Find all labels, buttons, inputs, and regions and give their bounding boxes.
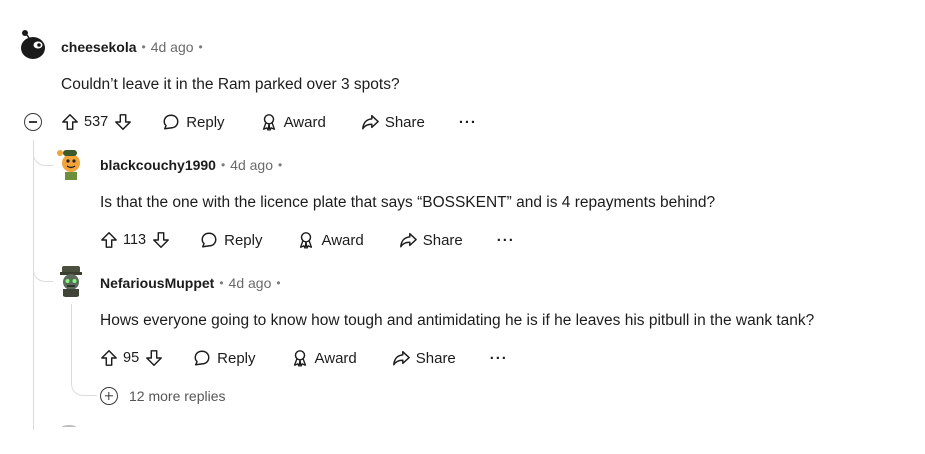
reply-label: Reply xyxy=(217,349,256,367)
award-button[interactable]: Award xyxy=(260,113,326,131)
share-arrow-icon xyxy=(392,350,410,366)
award-label: Award xyxy=(314,349,357,367)
arrow-down-outline-icon xyxy=(153,232,170,248)
meta-separator: • xyxy=(141,40,146,54)
upvote-button[interactable] xyxy=(100,231,118,249)
share-label: Share xyxy=(415,349,456,367)
comment-body: Couldn’t leave it in the Ram parked over… xyxy=(61,76,400,93)
comment-meta: NefariousMuppet • 4d ago • xyxy=(100,273,286,293)
more-options-button[interactable]: ··· xyxy=(459,114,477,131)
upvote-button[interactable] xyxy=(100,349,118,367)
reply-button[interactable]: Reply xyxy=(200,231,262,249)
vote-count: 537 xyxy=(84,114,109,130)
thread-connector xyxy=(71,370,97,396)
speech-bubble-icon xyxy=(194,350,210,366)
comment-actions: 95 Reply Award Share ··· xyxy=(100,346,508,370)
more-options-button[interactable]: ··· xyxy=(497,232,515,249)
next-comment-avatar-partial xyxy=(62,425,76,429)
share-arrow-icon xyxy=(361,114,379,130)
avatar[interactable] xyxy=(53,262,89,298)
downvote-button[interactable] xyxy=(114,113,132,131)
comment-author[interactable]: blackcouchy1990 xyxy=(100,157,216,173)
comment-body: Hows everyone going to know how tough an… xyxy=(100,312,815,329)
more-options-button[interactable]: ··· xyxy=(490,350,508,367)
downvote-button[interactable] xyxy=(152,231,170,249)
share-label: Share xyxy=(422,231,463,249)
comment-meta: blackcouchy1990 • 4d ago • xyxy=(100,155,287,175)
comment-timestamp[interactable]: 4d ago xyxy=(229,275,272,291)
meta-separator: • xyxy=(220,158,226,172)
share-label: Share xyxy=(384,113,425,131)
arrow-up-outline-icon xyxy=(62,114,78,130)
minus-icon xyxy=(29,121,37,123)
arrow-up-outline-icon xyxy=(101,350,117,366)
avatar[interactable] xyxy=(14,27,50,63)
thread-line-main xyxy=(33,140,34,430)
comment-actions: 537 Reply Award Share ··· xyxy=(61,110,477,134)
upvote-button[interactable] xyxy=(61,113,79,131)
reply-button[interactable]: Reply xyxy=(162,113,225,131)
downvote-button[interactable] xyxy=(145,349,163,367)
vote-count: 113 xyxy=(123,232,147,248)
comment-meta: cheesekola • 4d ago • xyxy=(61,37,208,57)
share-button[interactable]: Share xyxy=(361,113,425,131)
reply-button[interactable]: Reply xyxy=(193,349,256,367)
comment-actions: 113 Reply Award Share ··· xyxy=(100,228,515,252)
meta-separator: • xyxy=(276,276,281,290)
arrow-up-outline-icon xyxy=(101,232,117,248)
meta-separator: • xyxy=(198,40,203,54)
thread-connector xyxy=(33,140,55,166)
arrow-down-outline-icon xyxy=(146,350,163,366)
meta-separator: • xyxy=(278,158,283,172)
comment-timestamp[interactable]: 4d ago xyxy=(151,39,194,55)
avatar[interactable] xyxy=(53,145,89,181)
speech-bubble-icon xyxy=(201,232,217,248)
share-arrow-icon xyxy=(399,232,417,248)
vote-count: 95 xyxy=(123,350,140,366)
share-button[interactable]: Share xyxy=(399,231,463,249)
award-ribbon-icon xyxy=(262,114,275,131)
more-replies-link[interactable]: 12 more replies xyxy=(100,387,226,405)
comment-timestamp[interactable]: 4d ago xyxy=(230,157,273,173)
comment-author[interactable]: NefariousMuppet xyxy=(100,275,214,291)
thread-connector xyxy=(33,250,55,282)
speech-bubble-icon xyxy=(163,114,179,130)
award-ribbon-icon xyxy=(300,232,313,249)
comment-body: Is that the one with the licence plate t… xyxy=(100,194,716,211)
collapse-thread-button[interactable] xyxy=(24,113,42,131)
reply-label: Reply xyxy=(224,231,263,249)
comment-author[interactable]: cheesekola xyxy=(61,39,137,55)
plus-circle-icon xyxy=(100,387,118,405)
award-ribbon-icon xyxy=(293,350,306,367)
award-button[interactable]: Award xyxy=(297,231,364,249)
meta-separator: • xyxy=(219,276,224,290)
award-button[interactable]: Award xyxy=(291,349,357,367)
arrow-down-outline-icon xyxy=(115,114,132,130)
award-label: Award xyxy=(321,231,364,249)
more-replies-label: 12 more replies xyxy=(129,388,226,404)
award-label: Award xyxy=(283,113,326,131)
reply-label: Reply xyxy=(186,113,225,131)
share-button[interactable]: Share xyxy=(392,349,456,367)
